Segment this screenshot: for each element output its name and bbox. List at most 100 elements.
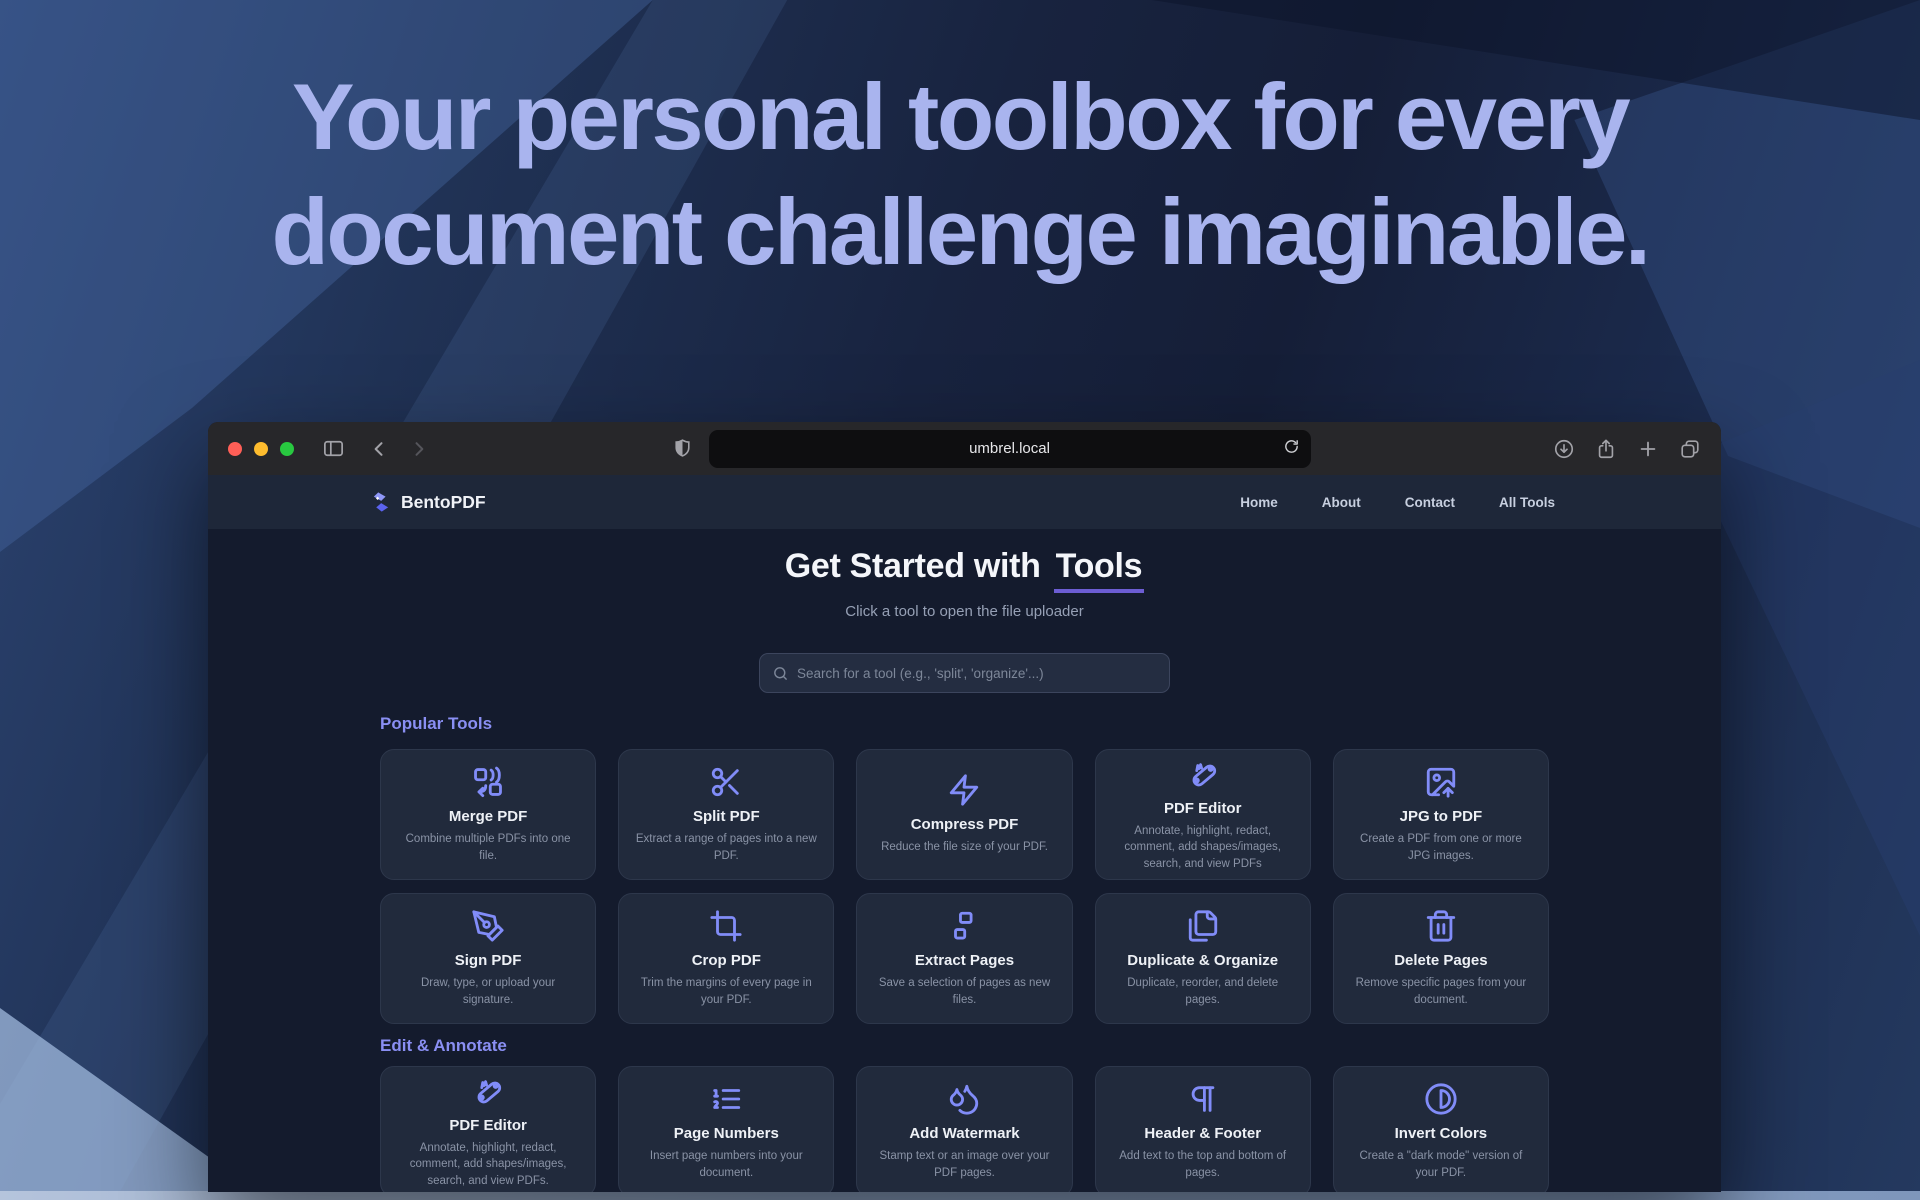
tool-card-description: Draw, type, or upload your signature. [396,975,580,1007]
tool-card-title: Compress PDF [911,816,1019,833]
tool-card-invert-colors[interactable]: Invert Colors Create a "dark mode" versio… [1333,1066,1549,1192]
page-subtitle: Click a tool to open the file uploader [380,603,1549,620]
nav-link-home[interactable]: Home [1240,495,1278,510]
tool-card-description: Add text to the top and bottom of pages. [1111,1148,1295,1180]
tool-card-description: Duplicate, reorder, and delete pages. [1111,975,1295,1007]
address-bar[interactable]: umbrel.local [709,430,1311,468]
tool-card-title: Page Numbers [674,1125,779,1142]
address-bar-url: umbrel.local [969,440,1050,457]
tool-card-description: Combine multiple PDFs into one file. [396,831,580,863]
search-icon [772,665,789,682]
share-icon[interactable] [1595,438,1617,460]
sidebar-toggle-icon[interactable] [322,437,345,460]
tool-card-crop-pdf[interactable]: Crop PDF Trim the margins of every page i… [618,893,834,1024]
new-tab-icon[interactable] [1637,438,1659,460]
contrast-icon [1424,1082,1458,1116]
marketing-canvas: Your personal toolbox for every document… [0,0,1920,1200]
crop-icon [709,909,743,943]
tool-card-add-watermark[interactable]: Add Watermark Stamp text or an image over… [856,1066,1072,1192]
page-title: Get Started with Tools [380,547,1549,593]
toolbar-right-icons [1553,438,1701,460]
tool-card-description: Annotate, highlight, redact, comment, ad… [1111,823,1295,871]
hero-headline: Your personal toolbox for every document… [0,60,1920,289]
tool-card-title: Extract Pages [915,952,1014,969]
tool-card-extract-pages[interactable]: Extract Pages Save a selection of pages a… [856,893,1072,1024]
tool-card-title: Crop PDF [692,952,761,969]
brand-name: BentoPDF [401,492,486,513]
trash-icon [1424,909,1458,943]
zap-icon [947,773,981,807]
browser-window: umbrel.local [208,422,1721,1192]
hero-headline-line1: Your personal toolbox for every [0,60,1920,175]
zoom-window-button[interactable] [280,442,294,456]
scissors-icon [709,765,743,799]
swiss-knife-icon [471,1074,505,1108]
browser-toolbar: umbrel.local [208,422,1721,475]
tools-area: Popular ToolsMerge PDFCombine multiple P… [380,714,1549,1192]
tool-card-title: PDF Editor [1164,800,1242,817]
minimize-window-button[interactable] [254,442,268,456]
tool-card-title: Sign PDF [455,952,522,969]
brand-logo-icon [370,491,392,513]
tool-card-compress-pdf[interactable]: Compress PDF Reduce the file size of your… [856,749,1072,880]
tool-card-header-footer[interactable]: Header & FooterAdd text to the top and b… [1095,1066,1311,1192]
pilcrow-icon [1186,1082,1220,1116]
tool-card-page-numbers[interactable]: Page Numbers Insert page numbers into you… [618,1066,834,1192]
hero-headline-line2: document challenge imaginable. [0,175,1920,290]
downloads-icon[interactable] [1553,438,1575,460]
tool-card-delete-pages[interactable]: Delete Pages Remove specific pages from y… [1333,893,1549,1024]
tool-grid: PDF Editor Annotate, highlight, redact, c… [380,1066,1549,1192]
tool-card-title: Invert Colors [1395,1125,1488,1142]
tool-card-description: Annotate, highlight, redact, comment, ad… [396,1140,580,1188]
tool-card-description: Save a selection of pages as new files. [872,975,1056,1007]
tool-card-title: Delete Pages [1394,952,1487,969]
tool-card-split-pdf[interactable]: Split PDFExtract a range of pages into a… [618,749,834,880]
tool-card-description: Insert page numbers into your document. [634,1148,818,1180]
droplets-icon [947,1082,981,1116]
tool-card-description: Stamp text or an image over your PDF pag… [872,1148,1056,1180]
close-window-button[interactable] [228,442,242,456]
list-ordered-icon [709,1082,743,1116]
tool-card-title: PDF Editor [449,1117,527,1134]
tool-card-title: Merge PDF [449,808,527,825]
tool-card-description: Remove specific pages from your document… [1349,975,1533,1007]
page-title-highlight: Tools [1054,547,1145,593]
search-input[interactable] [797,666,1157,681]
site-navbar: BentoPDF Home About Contact All Tools [208,475,1721,529]
brand-logo[interactable]: BentoPDF [370,491,486,513]
nav-link-all-tools[interactable]: All Tools [1499,495,1555,510]
privacy-shield-icon[interactable] [672,438,693,459]
page-title-prefix: Get Started with [785,547,1041,593]
pen-nib-icon [471,909,505,943]
tool-card-description: Trim the margins of every page in your P… [634,975,818,1007]
section-label-edit-annotate: Edit & Annotate [380,1036,1549,1056]
nav-links: Home About Contact All Tools [1240,495,1555,510]
tool-grid: Merge PDF Combine multiple PDFs into one … [380,749,1549,1024]
tool-card-sign-pdf[interactable]: Sign PDF Draw, type, or upload your signa… [380,893,596,1024]
page-content: Get Started with Tools Click a tool to o… [208,529,1721,1192]
duplicate-pages-icon [1186,909,1220,943]
nav-link-contact[interactable]: Contact [1405,495,1455,510]
extract-pages-icon [947,909,981,943]
tool-card-title: JPG to PDF [1400,808,1483,825]
forward-icon [409,439,429,459]
tool-card-description: Reduce the file size of your PDF. [881,839,1048,855]
tool-card-description: Create a "dark mode" version of your PDF… [1349,1148,1533,1180]
tab-overview-icon[interactable] [1679,438,1701,460]
swiss-knife-icon [1186,757,1220,791]
tool-card-pdf-editor[interactable]: PDF Editor Annotate, highlight, redact, c… [380,1066,596,1192]
reload-icon[interactable] [1283,438,1300,459]
window-controls [228,442,294,456]
tool-search [759,653,1170,693]
tool-card-title: Duplicate & Organize [1127,952,1278,969]
background-band [0,1191,1920,1200]
tool-card-duplicate-organize[interactable]: Duplicate & Organize Duplicate, reorder, … [1095,893,1311,1024]
tool-card-merge-pdf[interactable]: Merge PDF Combine multiple PDFs into one … [380,749,596,880]
tool-card-description: Extract a range of pages into a new PDF. [634,831,818,863]
tool-card-title: Add Watermark [909,1125,1019,1142]
back-icon[interactable] [369,439,389,459]
tool-card-jpg-to-pdf[interactable]: JPG to PDF Create a PDF from one or more … [1333,749,1549,880]
tool-card-pdf-editor[interactable]: PDF Editor Annotate, highlight, redact, c… [1095,749,1311,880]
nav-link-about[interactable]: About [1322,495,1361,510]
tool-card-description: Create a PDF from one or more JPG images… [1349,831,1533,863]
